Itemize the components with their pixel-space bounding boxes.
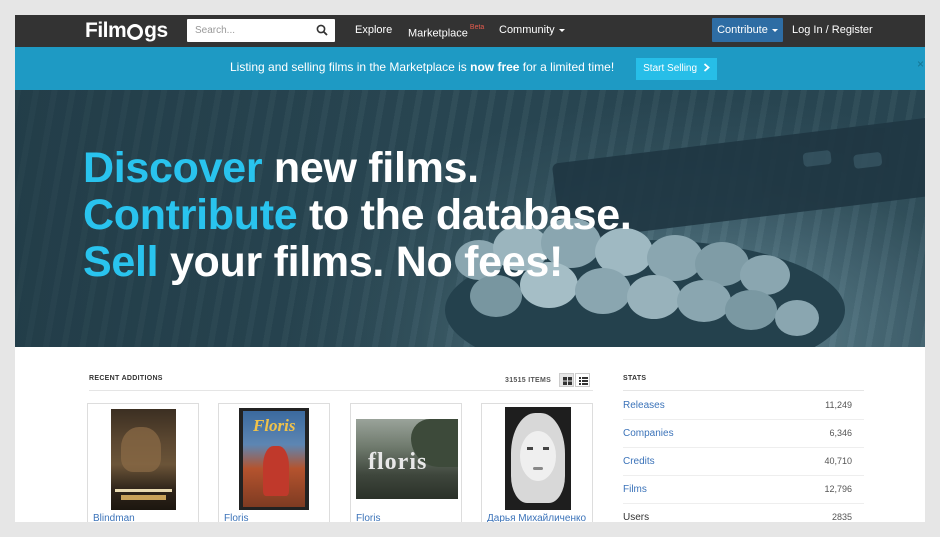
list-view-toggle[interactable] (575, 373, 590, 387)
chevron-down-icon (558, 28, 565, 32)
hero-headline: Discover new films. Contribute to the da… (83, 145, 632, 286)
film-reel-icon (127, 24, 144, 40)
search-box (187, 19, 335, 42)
recent-item-card[interactable]: Дарья Михайличенко (481, 403, 593, 522)
contribute-button[interactable]: Contribute (712, 18, 783, 42)
search-input[interactable] (187, 19, 307, 42)
banner-text-bold: now free (470, 60, 520, 74)
stat-row-credits: Credits 40,710 (623, 448, 864, 476)
nav-marketplace-label: Marketplace (408, 27, 468, 40)
stat-label[interactable]: Releases (623, 400, 665, 411)
recent-item-title[interactable]: Floris (356, 513, 380, 522)
promo-banner: Listing and selling films in the Marketp… (15, 47, 925, 90)
start-selling-button[interactable]: Start Selling (636, 58, 717, 80)
chevron-down-icon (771, 28, 778, 32)
stat-label: Users (623, 512, 650, 522)
recent-item-title[interactable]: Blindman (93, 513, 135, 522)
stats-title: STATS (623, 375, 647, 382)
stat-label[interactable]: Companies (623, 428, 674, 439)
stat-value: 11,249 (825, 400, 852, 410)
close-banner-button[interactable]: × (917, 57, 924, 71)
recent-item-title[interactable]: Дарья Михайличенко (487, 513, 586, 522)
stat-row-releases: Releases 11,249 (623, 392, 864, 420)
stat-label[interactable]: Credits (623, 456, 655, 467)
blindman-poster-image (111, 409, 176, 510)
popcorn-piece (775, 300, 819, 336)
hero-highlight: Contribute (83, 191, 298, 239)
stat-row-companies: Companies 6,346 (623, 420, 864, 448)
items-count: 31515 ITEMS (505, 377, 552, 384)
recent-item-card[interactable]: floris Floris (350, 403, 462, 522)
banner-message: Listing and selling films in the Marketp… (230, 60, 614, 74)
hero-highlight: Sell (83, 238, 159, 286)
portrait-photo-image (505, 407, 571, 510)
filmogs-logo[interactable]: Film gs (85, 17, 168, 45)
chevron-right-icon (703, 63, 710, 72)
logo-text-a: Film (85, 19, 127, 42)
search-icon[interactable] (316, 24, 328, 36)
grid-view-toggle[interactable] (559, 373, 574, 387)
banner-text-before: Listing and selling films in the Marketp… (230, 60, 471, 74)
floris-title-still-image: floris (356, 419, 458, 499)
hero-rest: to the database. (297, 191, 632, 239)
hero-section: Discover new films. Contribute to the da… (15, 90, 925, 347)
list-icon (579, 377, 588, 385)
stat-value: 6,346 (829, 428, 852, 438)
popcorn-piece (627, 275, 681, 319)
contribute-label: Contribute (717, 24, 768, 36)
stats-divider (623, 390, 864, 391)
popcorn-piece (677, 280, 731, 322)
stat-value: 12,796 (824, 484, 852, 494)
start-selling-label: Start Selling (643, 63, 698, 74)
recent-item-title[interactable]: Floris (224, 513, 248, 522)
nav-marketplace[interactable]: MarketplaceBeta (408, 15, 484, 47)
recent-item-card[interactable]: Blindman (87, 403, 199, 522)
stat-row-users: Users 2835 (623, 504, 864, 522)
hero-line-sell: Sell your films. No fees! (83, 239, 632, 286)
top-navbar: Film gs Explore MarketplaceBeta Communit… (15, 15, 925, 47)
hero-rest: your films. No fees! (158, 238, 563, 286)
browser-page: Film gs Explore MarketplaceBeta Communit… (15, 15, 925, 522)
stat-row-films: Films 12,796 (623, 476, 864, 504)
nav-community[interactable]: Community (499, 15, 565, 47)
beta-badge: Beta (469, 24, 485, 31)
popcorn-piece (740, 255, 790, 295)
stat-value: 40,710 (824, 456, 852, 466)
stat-label[interactable]: Films (623, 484, 647, 495)
popcorn-piece (725, 290, 777, 330)
logo-text-b: gs (144, 19, 168, 42)
hero-line-discover: Discover new films. (83, 145, 632, 192)
nav-community-label: Community (499, 24, 555, 36)
nav-explore[interactable]: Explore (355, 15, 392, 47)
stat-value: 2835 (831, 512, 852, 522)
recent-item-card[interactable]: Floris Floris (218, 403, 330, 522)
login-register-link[interactable]: Log In / Register (792, 15, 873, 47)
hero-highlight: Discover (83, 144, 263, 192)
recent-additions-title: RECENT ADDITIONS (89, 375, 163, 382)
hero-rest: new films. (262, 144, 479, 192)
banner-text-after: for a limited time! (519, 60, 615, 74)
hero-line-contribute: Contribute to the database. (83, 192, 632, 239)
floris-dvd-cover-image: Floris (239, 408, 309, 510)
recent-divider (89, 390, 593, 391)
grid-icon (563, 377, 572, 385)
